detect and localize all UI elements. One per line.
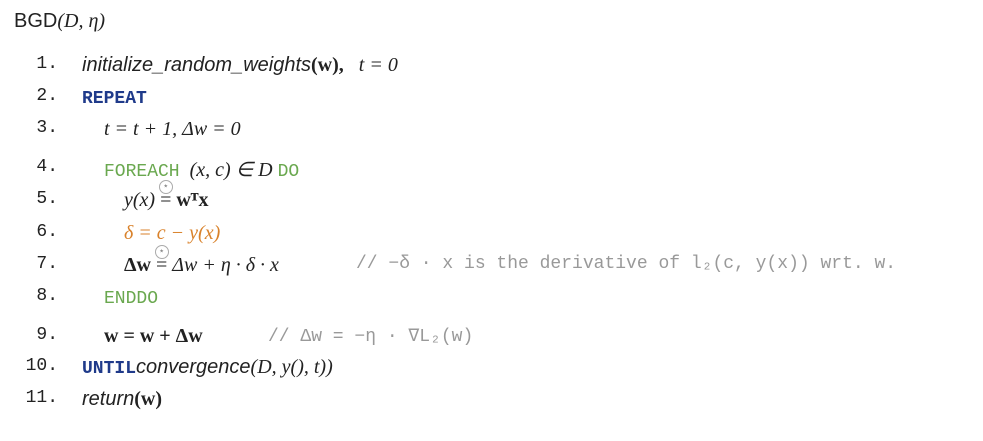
expression-rhs: wᵀx xyxy=(176,189,209,211)
time-init: t = 0 xyxy=(358,54,398,76)
algorithm-name: BGD xyxy=(14,10,58,32)
keyword-do: DO xyxy=(277,162,300,182)
line-code: w = w + Δw xyxy=(104,325,203,347)
algorithm-line-8: 8. ENDDO xyxy=(0,286,983,316)
line-comment: // Δw = −η · ∇L₂(w) xyxy=(268,327,474,347)
line-code: UNTILconvergence(D, y(), t)) xyxy=(82,356,333,379)
line-number: 9. xyxy=(36,325,58,345)
line-comment: // −δ · x is the derivative of l₂(c, y(x… xyxy=(356,254,897,274)
algorithm-line-10: 10. UNTILconvergence(D, y(), t)) xyxy=(0,356,983,386)
function-args: (w) xyxy=(134,388,163,410)
star-marker: ⋆ xyxy=(158,180,173,194)
function-name: return xyxy=(82,388,135,410)
line-code: y(x) ⋆ = wᵀx xyxy=(124,180,209,212)
keyword-until: UNTIL xyxy=(82,359,137,379)
starred-equals: ⋆ = xyxy=(158,180,173,212)
line-code: FOREACH (x, c) ∈ D DO xyxy=(104,157,299,182)
keyword-repeat: REPEAT xyxy=(82,89,147,109)
algorithm-line-7: 7. Δw ⋆ = Δw + η · δ · x // −δ · x is the… xyxy=(0,245,983,284)
line-number: 3. xyxy=(36,118,58,138)
algorithm-title: BGD(D, η) xyxy=(14,10,105,33)
line-code: δ = c − y(x) xyxy=(124,222,221,244)
star-marker: ⋆ xyxy=(154,245,169,259)
keyword-enddo: ENDDO xyxy=(104,289,159,309)
line-number: 7. xyxy=(36,254,58,274)
line-number: 1. xyxy=(36,54,58,74)
starred-equals: ⋆ = xyxy=(154,245,169,277)
function-name: convergence xyxy=(136,356,251,378)
foreach-expression: (x, c) ∈ D xyxy=(189,159,273,181)
expression-lhs: Δw xyxy=(124,254,151,276)
algorithm-line-9: 9. w = w + Δw // Δw = −η · ∇L₂(w) xyxy=(0,325,983,355)
line-code: REPEAT xyxy=(82,86,147,109)
line-code: return(w) xyxy=(82,388,162,411)
function-args: (w), xyxy=(311,54,344,76)
line-number: 2. xyxy=(36,86,58,106)
expression-lhs: y(x) xyxy=(124,189,156,211)
function-args: (D, y(), t)) xyxy=(250,356,333,378)
algorithm-line-1: 1. initialize_random_weights(w), t = 0 xyxy=(0,54,983,84)
algorithm-line-5: 5. y(x) ⋆ = wᵀx xyxy=(0,180,983,219)
algorithm-page: BGD(D, η) 1. initialize_random_weights(w… xyxy=(0,0,983,441)
algorithm-line-11: 11. return(w) xyxy=(0,388,983,418)
algorithm-line-6: 6. δ = c − y(x) xyxy=(0,222,983,252)
line-code: ENDDO xyxy=(104,286,158,309)
line-number: 11. xyxy=(25,388,58,408)
algorithm-args: (D, η) xyxy=(57,10,106,32)
line-number: 6. xyxy=(36,222,58,242)
line-code: initialize_random_weights(w), t = 0 xyxy=(82,54,398,77)
algorithm-line-2: 2. REPEAT xyxy=(0,86,983,116)
line-number: 4. xyxy=(36,157,58,177)
keyword-foreach: FOREACH xyxy=(104,162,180,182)
algorithm-line-3: 3. t = t + 1, Δw = 0 xyxy=(0,118,983,148)
algorithm-line-4: 4. FOREACH (x, c) ∈ D DO xyxy=(0,157,983,187)
line-code: t = t + 1, Δw = 0 xyxy=(104,118,241,140)
line-number: 8. xyxy=(36,286,58,306)
line-number: 5. xyxy=(36,189,58,209)
function-name: initialize_random_weights xyxy=(82,54,312,76)
line-code: Δw ⋆ = Δw + η · δ · x xyxy=(124,245,279,277)
line-number: 10. xyxy=(25,356,58,376)
expression-rhs: Δw + η · δ · x xyxy=(172,254,279,276)
